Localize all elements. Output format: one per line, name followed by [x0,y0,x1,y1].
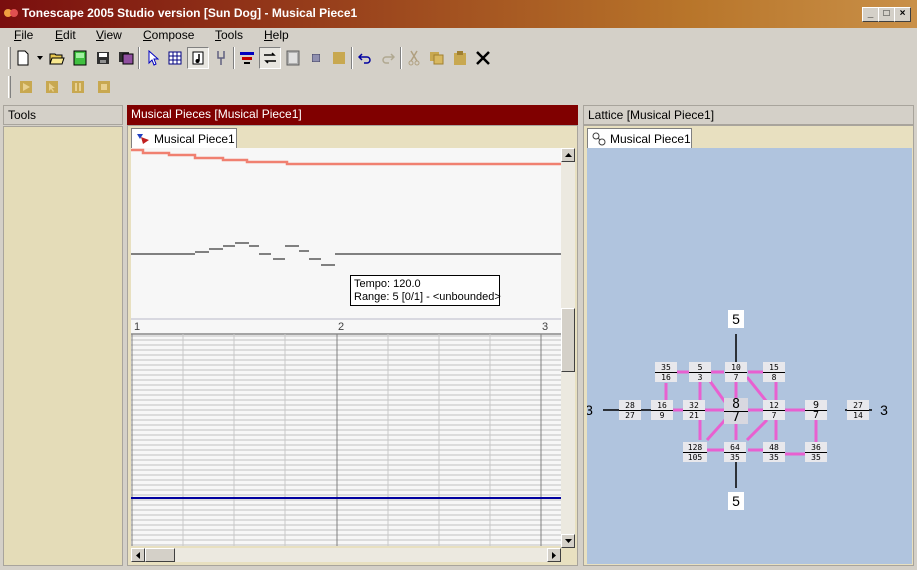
scroll-left-button[interactable] [131,548,145,562]
tab-lattice-piece1[interactable]: Musical Piece1 [587,128,692,148]
menu-edit[interactable]: Edit [55,28,76,44]
menu-help[interactable]: Help [264,28,289,44]
lattice-node[interactable]: 64 35 [724,442,746,462]
tooltip-tempo: Tempo: 120.0 [354,278,421,290]
measure-1-label: 1 [134,321,141,333]
pause-icon[interactable] [67,76,89,98]
menu-compose[interactable]: Compose [143,28,194,44]
vertical-scrollbar[interactable] [561,148,575,548]
lattice-node[interactable]: 128 105 [683,442,707,462]
measure-2-label: 2 [338,321,345,333]
axis-label-left: 3 [587,402,593,418]
toolbar-separator [138,47,140,69]
lattice-node[interactable]: 35 16 [655,362,677,382]
align-icon[interactable] [236,47,258,69]
delete-icon[interactable] [472,47,494,69]
piece-editor[interactable]: 1 2 3 Tempo: 120.0 Range: 5 [0/1] - <unb… [131,148,561,546]
small-square-icon[interactable] [305,47,327,69]
main-toolbar [0,46,917,70]
paste-icon[interactable] [449,47,471,69]
axis-label-right: 3 [880,402,888,418]
tools-panel-header: Tools [3,105,123,125]
pieces-panel-header: Musical Pieces [Musical Piece1] [127,105,578,125]
lattice-node[interactable]: 10 7 [725,362,747,382]
copy-icon[interactable] [426,47,448,69]
lattice-node[interactable]: 97 [805,400,827,420]
toolbar-separator [233,47,235,69]
maximize-button[interactable]: □ [878,7,895,22]
lattice-node[interactable]: 12 7 [763,400,785,420]
tools-panel [3,126,123,566]
grid-icon[interactable] [164,47,186,69]
lattice-panel-header: Lattice [Musical Piece1] [583,105,914,125]
tooltip: Tempo: 120.0 Range: 5 [0/1] - <unbounded… [350,275,501,306]
window-title: Tonescape 2005 Studio version [Sun Dog] … [22,6,358,20]
lattice-edges [603,334,872,488]
undo-icon[interactable] [354,47,376,69]
toolbar-separator [351,47,353,69]
tooltip-range: Range: 5 [0/1] - <unbounded> [354,291,501,303]
toolbar-grip[interactable] [8,47,11,69]
editor-graphics [131,148,561,546]
lattice-node[interactable]: 28 27 [619,400,641,420]
menu-tools[interactable]: Tools [215,28,243,44]
scroll-right-button[interactable] [547,548,561,562]
dropdown-arrow-icon[interactable] [35,47,45,69]
piece-icon [137,133,149,144]
lattice-node[interactable]: 53 [689,362,711,382]
tuning-fork-icon[interactable] [210,47,232,69]
open-icon[interactable] [46,47,68,69]
horizontal-scrollbar[interactable] [131,548,561,562]
scroll-down-button[interactable] [561,534,575,548]
tempo-ruler-line [131,148,561,166]
square-icon[interactable] [328,47,350,69]
menu-view[interactable]: View [96,28,122,44]
toolbar-separator [400,47,402,69]
lattice-node[interactable]: 15 8 [763,362,785,382]
lattice-node[interactable]: 32 21 [683,400,705,420]
close-button[interactable]: × [894,7,911,22]
lattice-node[interactable]: 48 35 [763,442,785,462]
lattice-node[interactable]: 16 9 [651,400,673,420]
play-icon[interactable] [15,76,37,98]
tab-label: Musical Piece1 [610,131,691,146]
note-icon[interactable] [187,47,209,69]
toolbar-grip[interactable] [8,76,11,98]
new-piece-icon[interactable] [69,47,91,69]
stop-icon[interactable] [93,76,115,98]
menu-file[interactable]: File [14,28,33,44]
tab-musical-piece1[interactable]: Musical Piece1 [131,128,237,148]
page-icon[interactable] [282,47,304,69]
scroll-up-button[interactable] [561,148,575,162]
pointer-icon[interactable] [141,47,163,69]
save-icon[interactable] [92,47,114,69]
lattice-node[interactable]: 27 14 [847,400,869,420]
tab-label: Musical Piece1 [154,131,235,146]
transport-toolbar [0,75,917,99]
lattice-view[interactable]: 5 5 3 3 35 16 53 10 7 15 8 28 27 16 9 32 21 87… [587,148,912,564]
lattice-icon [592,132,606,145]
scroll-thumb-horizontal[interactable] [145,548,175,562]
lattice-center-node[interactable]: 87 [724,398,748,424]
lattice-node[interactable]: 36 35 [805,442,827,462]
pointer-play-icon[interactable] [41,76,63,98]
menu-bar: File Edit View Compose Tools Help [0,28,917,44]
title-bar: Tonescape 2005 Studio version [Sun Dog] … [0,0,917,28]
cut-icon[interactable] [403,47,425,69]
minimize-button[interactable]: _ [862,7,879,22]
scroll-thumb[interactable] [561,308,575,372]
save-all-icon[interactable] [115,47,137,69]
axis-label-top: 5 [728,310,744,328]
new-icon[interactable] [12,47,34,69]
loop-icon[interactable] [259,47,281,69]
app-icon [4,9,18,17]
measure-3-label: 3 [542,321,549,333]
axis-label-bottom: 5 [728,492,744,510]
redo-icon[interactable] [377,47,399,69]
